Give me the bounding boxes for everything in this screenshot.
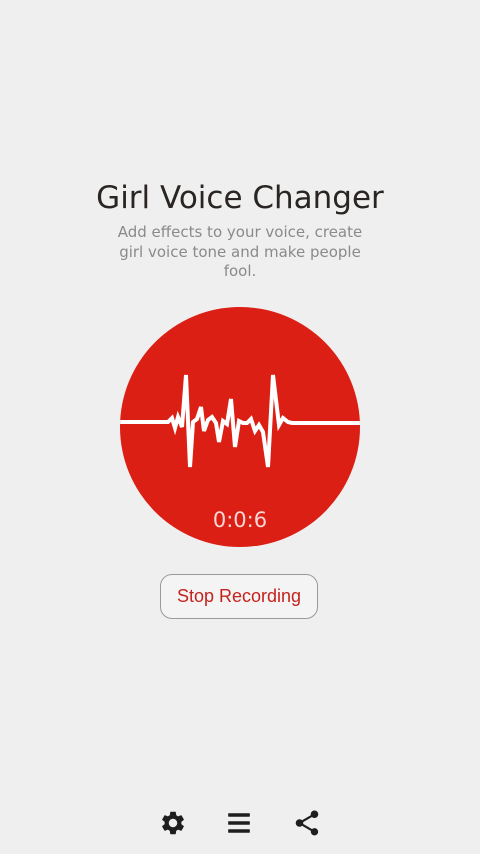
menu-icon[interactable] (221, 805, 257, 841)
stop-recording-button[interactable]: Stop Recording (160, 574, 318, 619)
bottom-toolbar (0, 805, 480, 845)
recording-timer: 0:0:6 (212, 508, 268, 532)
recording-indicator: 0:0:6 (120, 307, 360, 547)
app-title: Girl Voice Changer (96, 180, 384, 216)
app-subtitle: Add effects to your voice, create girl v… (117, 223, 363, 280)
gear-icon[interactable] (155, 805, 191, 841)
share-icon[interactable] (289, 805, 325, 841)
